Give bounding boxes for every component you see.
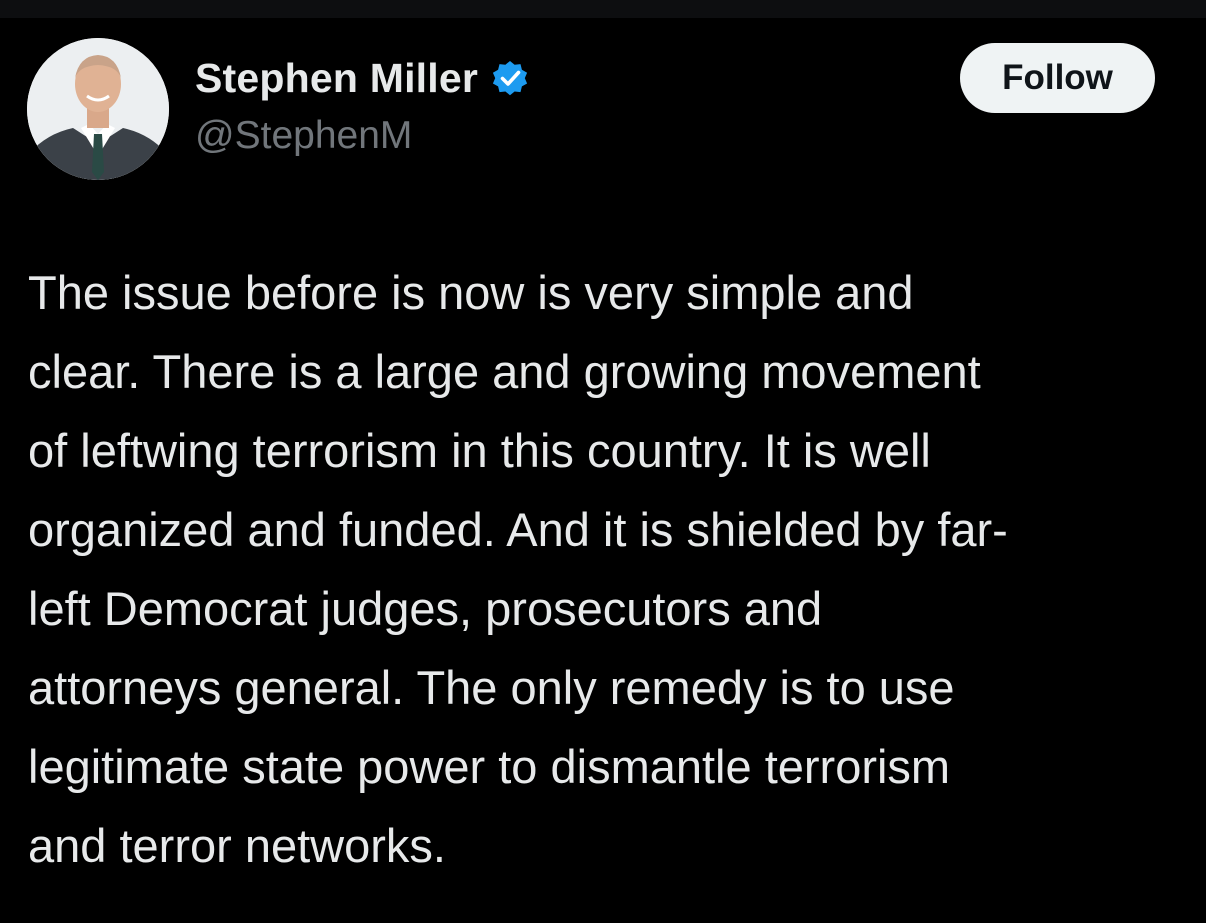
author-name[interactable]: Stephen Miller <box>195 55 478 102</box>
avatar[interactable] <box>27 38 169 180</box>
verified-badge-icon <box>490 58 530 98</box>
post-text-line: The issue before is now is very simple a… <box>28 266 914 319</box>
post-text-line: and terror networks. <box>28 819 446 872</box>
post-text-line: legitimate state power to dismantle terr… <box>28 740 951 793</box>
post-text-line: organized and funded. And it is shielded… <box>28 503 1008 556</box>
post-text-line: clear. There is a large and growing move… <box>28 345 981 398</box>
post-text-line: attorneys general. The only remedy is to… <box>28 661 955 714</box>
author-name-row: Stephen Miller <box>195 52 530 104</box>
top-strip <box>0 0 1206 18</box>
post-text: The issue before is now is very simple a… <box>28 253 1188 885</box>
follow-button[interactable]: Follow <box>960 43 1155 113</box>
post-text-line: left Democrat judges, prosecutors and <box>28 582 823 635</box>
avatar-image <box>27 38 169 180</box>
verified-badge-shape <box>492 61 528 96</box>
post-card: Stephen Miller @StephenM Follow The issu… <box>0 18 1206 923</box>
post-text-line: of leftwing terrorism in this country. I… <box>28 424 931 477</box>
author-handle[interactable]: @StephenM <box>195 114 412 158</box>
